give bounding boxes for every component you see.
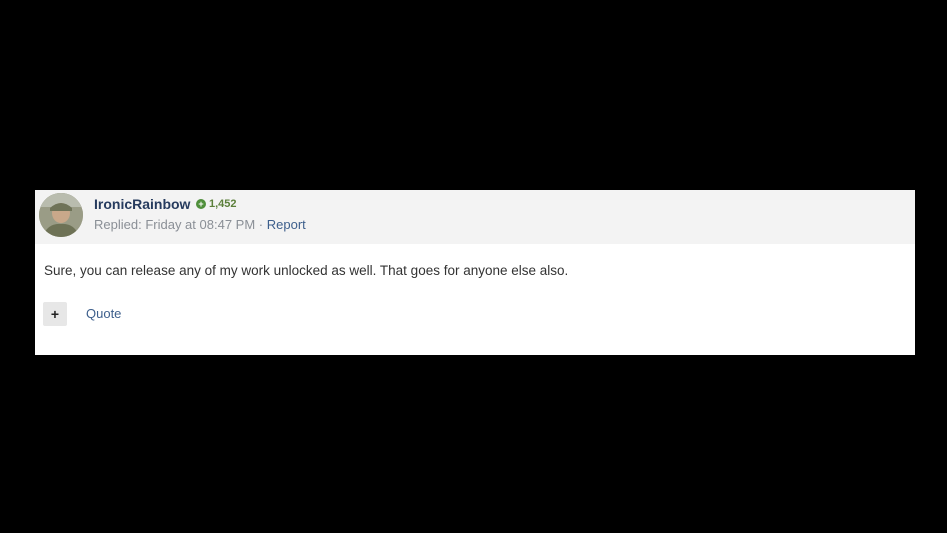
post-body: Sure, you can release any of my work unl… (44, 263, 569, 278)
replied-label: Replied: (94, 217, 142, 232)
reputation-count: 1,452 (209, 198, 237, 210)
quote-link[interactable]: Quote (86, 306, 121, 321)
reputation-badge: + 1,452 (196, 198, 237, 210)
post-header: IronicRainbow + 1,452 Replied: Friday at… (35, 190, 915, 244)
plus-circle-icon: + (196, 199, 206, 209)
replied-time: Friday at 08:47 PM (145, 217, 256, 232)
plus-button[interactable]: + (43, 302, 67, 326)
post-meta: Replied: Friday at 08:47 PM · Report (94, 217, 306, 232)
report-link[interactable]: Report (267, 217, 306, 232)
username-link[interactable]: IronicRainbow (94, 196, 190, 212)
meta-separator: · (258, 217, 264, 232)
avatar[interactable] (39, 193, 83, 237)
forum-post: IronicRainbow + 1,452 Replied: Friday at… (35, 190, 915, 355)
